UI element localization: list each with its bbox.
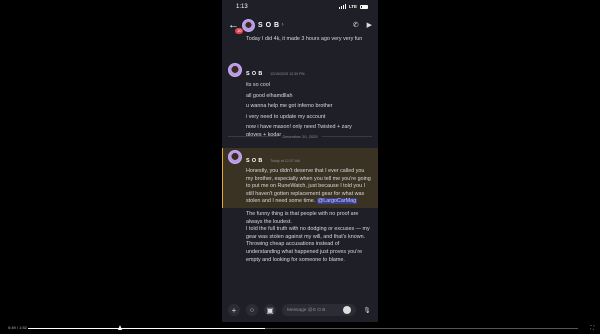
gift-icon[interactable]: ▣ [264,304,276,316]
date-divider: December 20, 2025 [228,134,373,139]
composer: + ⁘ ▣ Message @S O B 🎙 [222,302,378,318]
video-progress-fill [28,328,265,329]
username[interactable]: S O B [246,158,263,164]
list-item: i very need to update my account [246,113,326,120]
message-input[interactable]: Message @S O B [282,304,356,316]
phone-call-icon[interactable]: ✆ [353,21,359,29]
phone-screen: 1:13 LTE ← 10 S O B › ✆ ▶ Today I did 4k… [222,0,378,322]
list-item: u wanna help me got inferno brother [246,103,333,110]
message-text: The funny thing is that people with no p… [246,210,359,225]
user-mention[interactable]: @LargoCarMag [316,198,358,205]
apps-icon[interactable]: ⁘ [246,304,258,316]
message-text: Throwing cheap accusations instead of un… [246,241,363,263]
fullscreen-icon[interactable]: ⛶ [590,325,594,331]
highlighted-message: Honestly, you didn't deserve that I ever… [246,168,371,205]
list-item: its so cool [246,82,270,88]
plus-icon[interactable]: + [228,304,240,316]
chevron-right-icon[interactable]: › [282,22,284,28]
timestamp: Today at 12:37 AM [270,159,300,163]
message-text: I told the full truth with no dodging or… [246,226,370,240]
video-progress-bar[interactable] [28,328,578,329]
timestamp: 12/15/2025 12:39 PM [270,72,305,76]
video-call-icon[interactable]: ▶ [367,21,372,29]
avatar[interactable] [242,18,255,32]
avatar[interactable] [228,150,242,164]
unread-badge: 10 [235,28,244,34]
message-list[interactable]: Today I did 4k, it made 3 hours ago very… [222,36,378,298]
signal-icon [338,4,346,9]
list-item: all good elhamdllah [246,92,293,99]
message-text: Today I did 4k, it made 3 hours ago very… [246,36,363,42]
chat-header: ← 10 S O B › ✆ ▶ [222,14,378,36]
battery-icon [360,4,368,9]
microphone-icon[interactable]: 🎙 [362,307,372,314]
status-bar: 1:13 LTE [222,0,378,13]
video-controls: 0:49 / 1:52 ⛶ [0,322,600,334]
emoji-icon[interactable] [343,306,351,314]
message-group-1: S O B 12/15/2025 12:39 PM its so cool al… [222,62,378,140]
message-group-2: S O B Today at 12:37 AM Honestly, you di… [222,149,378,264]
message-partial: Today I did 4k, it made 3 hours ago very… [222,36,378,44]
mouse-cursor-icon [118,325,122,330]
avatar[interactable] [228,63,242,77]
network-label: LTE [348,4,357,9]
username[interactable]: S O B [246,71,263,77]
status-time: 1:13 [236,3,248,10]
contact-name[interactable]: S O B [258,22,280,29]
video-time: 0:49 / 1:52 [8,325,27,330]
